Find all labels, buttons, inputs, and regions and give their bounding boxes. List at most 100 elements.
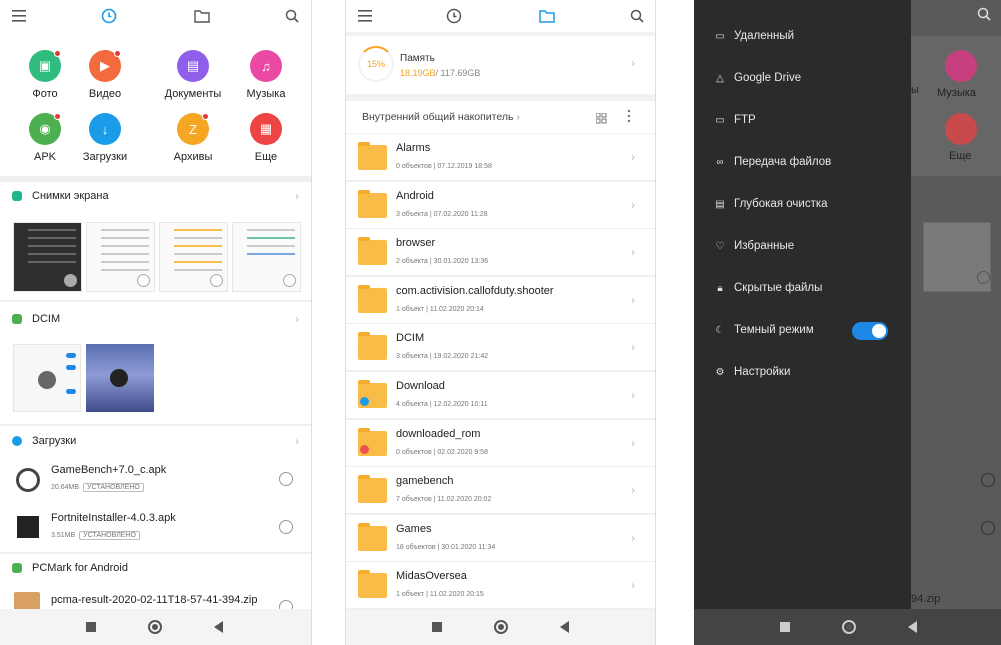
- folder-icon: [358, 237, 387, 266]
- video-thumb[interactable]: [13, 344, 81, 412]
- category-3[interactable]: ♫ Музыка: [231, 50, 301, 100]
- ftp-icon: ▭: [715, 114, 725, 126]
- folder-row[interactable]: com.activision.callofduty.shooter 1 объек…: [346, 276, 655, 324]
- folder-meta: 2 объекта | 30.01.2020 13:36: [396, 258, 489, 266]
- folder-row[interactable]: Download 4 объекта | 12.02.2020 10:11 ›: [346, 372, 655, 419]
- folder-icon: [12, 563, 22, 573]
- music-icon: [945, 50, 977, 82]
- category-5[interactable]: ↓ Загрузки: [70, 113, 140, 163]
- home-button[interactable]: [148, 620, 162, 634]
- more-options-icon[interactable]: [627, 109, 631, 123]
- folder-name: gamebench: [396, 475, 454, 488]
- drawer-item-label: Темный режим: [734, 324, 814, 336]
- screenshot-thumb[interactable]: [159, 222, 228, 292]
- folder-row[interactable]: MidasOversea 1 объект | 11.02.2020 20:15 ›: [346, 562, 655, 610]
- folder-row[interactable]: gamebench 7 объектов | 11.02.2020 20:02 ›: [346, 467, 655, 515]
- select-circle[interactable]: [279, 520, 293, 534]
- screenshot-thumb[interactable]: [232, 222, 301, 292]
- search-icon[interactable]: [628, 7, 646, 25]
- video-thumb[interactable]: [86, 344, 154, 412]
- system-nav-bar: [0, 609, 311, 645]
- folder-meta: 1 объект | 11.02.2020 20:14: [396, 305, 484, 313]
- zip-icon: Z: [177, 113, 209, 145]
- search-icon[interactable]: [283, 7, 301, 25]
- select-circle[interactable]: [210, 274, 223, 287]
- folder-name: MidasOversea: [396, 570, 467, 583]
- drawer-item[interactable]: ▭ Удаленный: [714, 26, 794, 46]
- category-6[interactable]: Z Архивы: [158, 113, 228, 163]
- storage-label: Память: [400, 53, 435, 64]
- folder-row[interactable]: Games 18 объектов | 30.01.2020 11:34 ›: [346, 514, 655, 562]
- drawer-item[interactable]: ♡ Избранные: [714, 236, 795, 256]
- recents-button[interactable]: [432, 622, 442, 632]
- folder-row[interactable]: Android 3 объекта | 07.02.2020 11:28 ›: [346, 181, 655, 229]
- section-downloads[interactable]: Загрузки ›: [12, 432, 299, 450]
- select-circle[interactable]: [137, 274, 150, 287]
- recents-button[interactable]: [86, 622, 96, 632]
- chevron-right-icon: ›: [631, 56, 635, 70]
- storage-card[interactable]: 15% Память 18.19GB/ 117.69GB ›: [346, 36, 655, 94]
- file-row[interactable]: FortniteInstaller-4.0.3.apk 3.51MB УСТАНО…: [12, 508, 299, 552]
- file-name: GameBench+7.0_c.apk: [51, 464, 167, 476]
- drawer-item[interactable]: △ Google Drive: [714, 68, 801, 88]
- chevron-right-icon: ›: [516, 111, 520, 123]
- home-button[interactable]: [842, 620, 856, 634]
- select-circle[interactable]: [283, 274, 296, 287]
- folder-name: com.activision.callofduty.shooter: [396, 284, 554, 297]
- divider: [0, 424, 311, 426]
- drawer-item-label: Удаленный: [734, 30, 795, 42]
- folder-row[interactable]: DCIM 3 объекта | 19.02.2020 21:42 ›: [346, 324, 655, 372]
- folder-icon: [358, 380, 387, 408]
- moon-icon: ☾: [715, 324, 725, 336]
- section-dcim[interactable]: DCIM ›: [12, 310, 299, 328]
- screenshot-thumb[interactable]: [13, 222, 82, 292]
- back-button[interactable]: [214, 621, 223, 633]
- drawer-item-label: Передача файлов: [734, 156, 832, 168]
- drawer-item[interactable]: 🔒︎ Скрытые файлы: [714, 278, 822, 298]
- folder-tab-icon[interactable]: [193, 7, 211, 25]
- menu-icon[interactable]: [10, 7, 28, 25]
- file-row[interactable]: GameBench+7.0_c.apk 20.64MB УСТАНОВЛЕНО: [12, 460, 299, 504]
- screenshot-thumb[interactable]: [86, 222, 155, 292]
- folder-meta: 0 объектов | 07.12.2019 18:58: [396, 163, 492, 170]
- folder-row[interactable]: downloaded_rom 0 объектов | 02.02.2020 9:…: [346, 419, 655, 467]
- home-button[interactable]: [494, 620, 508, 634]
- grid-view-icon[interactable]: [595, 111, 607, 124]
- menu-icon[interactable]: [356, 7, 374, 25]
- breadcrumb[interactable]: Внутренний общий накопитель ›: [362, 111, 520, 123]
- recents-button[interactable]: [780, 622, 790, 632]
- drawer-item[interactable]: ▭ FTP: [714, 110, 755, 130]
- select-circle[interactable]: [64, 274, 77, 287]
- select-circle[interactable]: [279, 472, 293, 486]
- drawer-item[interactable]: ⚙ Настройки: [714, 362, 791, 382]
- folder-row[interactable]: Alarms 0 объектов | 07.12.2019 18:58 ›: [346, 134, 655, 181]
- folder-name: Download: [396, 380, 445, 392]
- drawer-item[interactable]: ☾ Темный режим: [714, 320, 814, 340]
- remote-icon: ▭: [715, 30, 725, 42]
- section-title: DCIM: [32, 313, 61, 325]
- drawer-item[interactable]: ∞ Передача файлов: [714, 152, 831, 172]
- dimmed-content: ы Музыка Еще 94.zip: [911, 0, 1001, 645]
- folder-name: Games: [396, 522, 432, 535]
- chevron-right-icon: ›: [631, 197, 635, 212]
- folder-tab-icon[interactable]: [538, 7, 556, 25]
- recent-clock-icon[interactable]: [445, 7, 463, 25]
- drawer-item-label: Скрытые файлы: [734, 282, 823, 294]
- folder-row[interactable]: browser 2 объекта | 30.01.2020 13:36 ›: [346, 229, 655, 277]
- category-7[interactable]: ▦ Еще: [231, 113, 301, 163]
- category-2[interactable]: ▤ Документы: [158, 50, 228, 100]
- background-text: 94.zip: [911, 593, 941, 605]
- music-icon: ♫: [250, 50, 282, 82]
- dark-mode-toggle[interactable]: [852, 322, 888, 340]
- back-button[interactable]: [560, 621, 569, 633]
- section-title: Загрузки: [32, 435, 77, 447]
- gamebench-icon: [16, 468, 40, 492]
- section-screenshots[interactable]: Снимки экрана ›: [12, 187, 299, 205]
- recent-clock-icon[interactable]: [100, 7, 118, 25]
- section-pcmark[interactable]: PCMark for Android: [12, 559, 299, 577]
- installed-badge: УСТАНОВЛЕНО: [83, 483, 144, 492]
- folder-icon: [358, 475, 387, 504]
- category-1[interactable]: ▶ Видео: [70, 50, 140, 100]
- drawer-item[interactable]: ▤ Глубокая очистка: [714, 194, 827, 214]
- back-button[interactable]: [908, 621, 917, 633]
